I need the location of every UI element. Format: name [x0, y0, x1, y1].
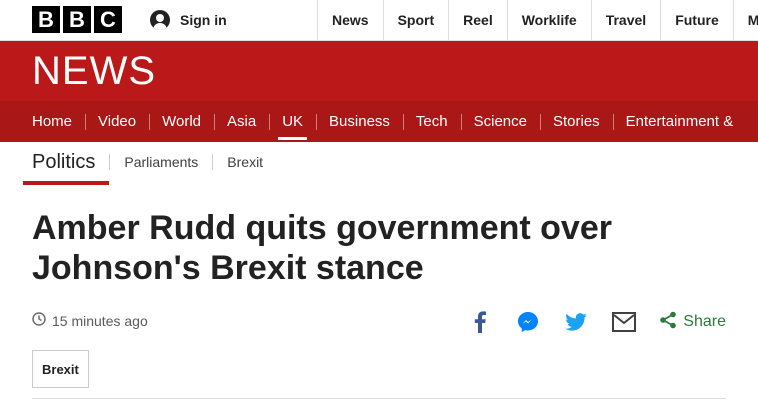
section-nav-home[interactable]: Home	[0, 101, 85, 142]
global-nav-future[interactable]: Future	[660, 0, 733, 40]
bbc-logo-letter: C	[94, 6, 122, 33]
global-nav: News Sport Reel Worklife Travel Future M…	[317, 0, 758, 40]
news-logo[interactable]: NEWS	[32, 49, 156, 93]
global-nav-travel[interactable]: Travel	[590, 0, 660, 40]
section-nav-stories[interactable]: Stories	[539, 101, 613, 142]
sub-nav-brexit[interactable]: Brexit	[212, 153, 277, 170]
global-nav-more[interactable]: Mo	[732, 0, 758, 40]
article-timestamp: 15 minutes ago	[52, 312, 148, 329]
article-headline: Amber Rudd quits government over Johnson…	[32, 209, 612, 287]
section-nav-science[interactable]: Science	[460, 101, 540, 142]
article-meta: 15 minutes ago	[32, 312, 148, 329]
bbc-logo-letter: B	[63, 6, 91, 33]
section-nav-tech[interactable]: Tech	[402, 101, 461, 142]
section-nav: Home Video World Asia UK Business Tech S…	[0, 101, 758, 142]
facebook-icon[interactable]	[467, 309, 493, 335]
topic-tag-brexit[interactable]: Brexit	[32, 350, 89, 388]
divider	[32, 398, 726, 399]
bbc-logo[interactable]: B B C	[32, 6, 122, 33]
section-nav-video[interactable]: Video	[85, 101, 149, 142]
global-nav-news[interactable]: News	[317, 0, 383, 40]
section-nav-world[interactable]: World	[149, 101, 214, 142]
share-button[interactable]: Share	[659, 311, 726, 334]
share-label: Share	[683, 313, 726, 330]
sign-in-label: Sign in	[180, 12, 227, 28]
bbc-logo-letter: B	[32, 6, 60, 33]
twitter-icon[interactable]	[563, 309, 589, 335]
global-nav-reel[interactable]: Reel	[448, 0, 507, 40]
sub-nav: Politics Parliaments Brexit	[0, 142, 758, 185]
news-masthead: NEWS	[0, 41, 758, 101]
section-nav-uk[interactable]: UK	[269, 101, 316, 142]
share-tools: Share	[467, 309, 726, 335]
sub-nav-politics[interactable]: Politics	[22, 143, 110, 185]
section-nav-business[interactable]: Business	[316, 101, 403, 142]
user-icon	[150, 10, 170, 30]
global-nav-sport[interactable]: Sport	[382, 0, 449, 40]
section-nav-entertainment[interactable]: Entertainment &	[612, 101, 747, 142]
email-icon[interactable]	[611, 309, 637, 335]
global-header: B B C Sign in News Sport Reel Worklife T…	[0, 0, 758, 41]
share-icon	[659, 311, 677, 334]
global-nav-worklife[interactable]: Worklife	[506, 0, 591, 40]
messenger-icon[interactable]	[515, 309, 541, 335]
clock-icon	[32, 312, 46, 329]
section-nav-asia[interactable]: Asia	[214, 101, 269, 142]
sub-nav-parliaments[interactable]: Parliaments	[109, 153, 212, 170]
sign-in-link[interactable]: Sign in	[150, 0, 227, 40]
